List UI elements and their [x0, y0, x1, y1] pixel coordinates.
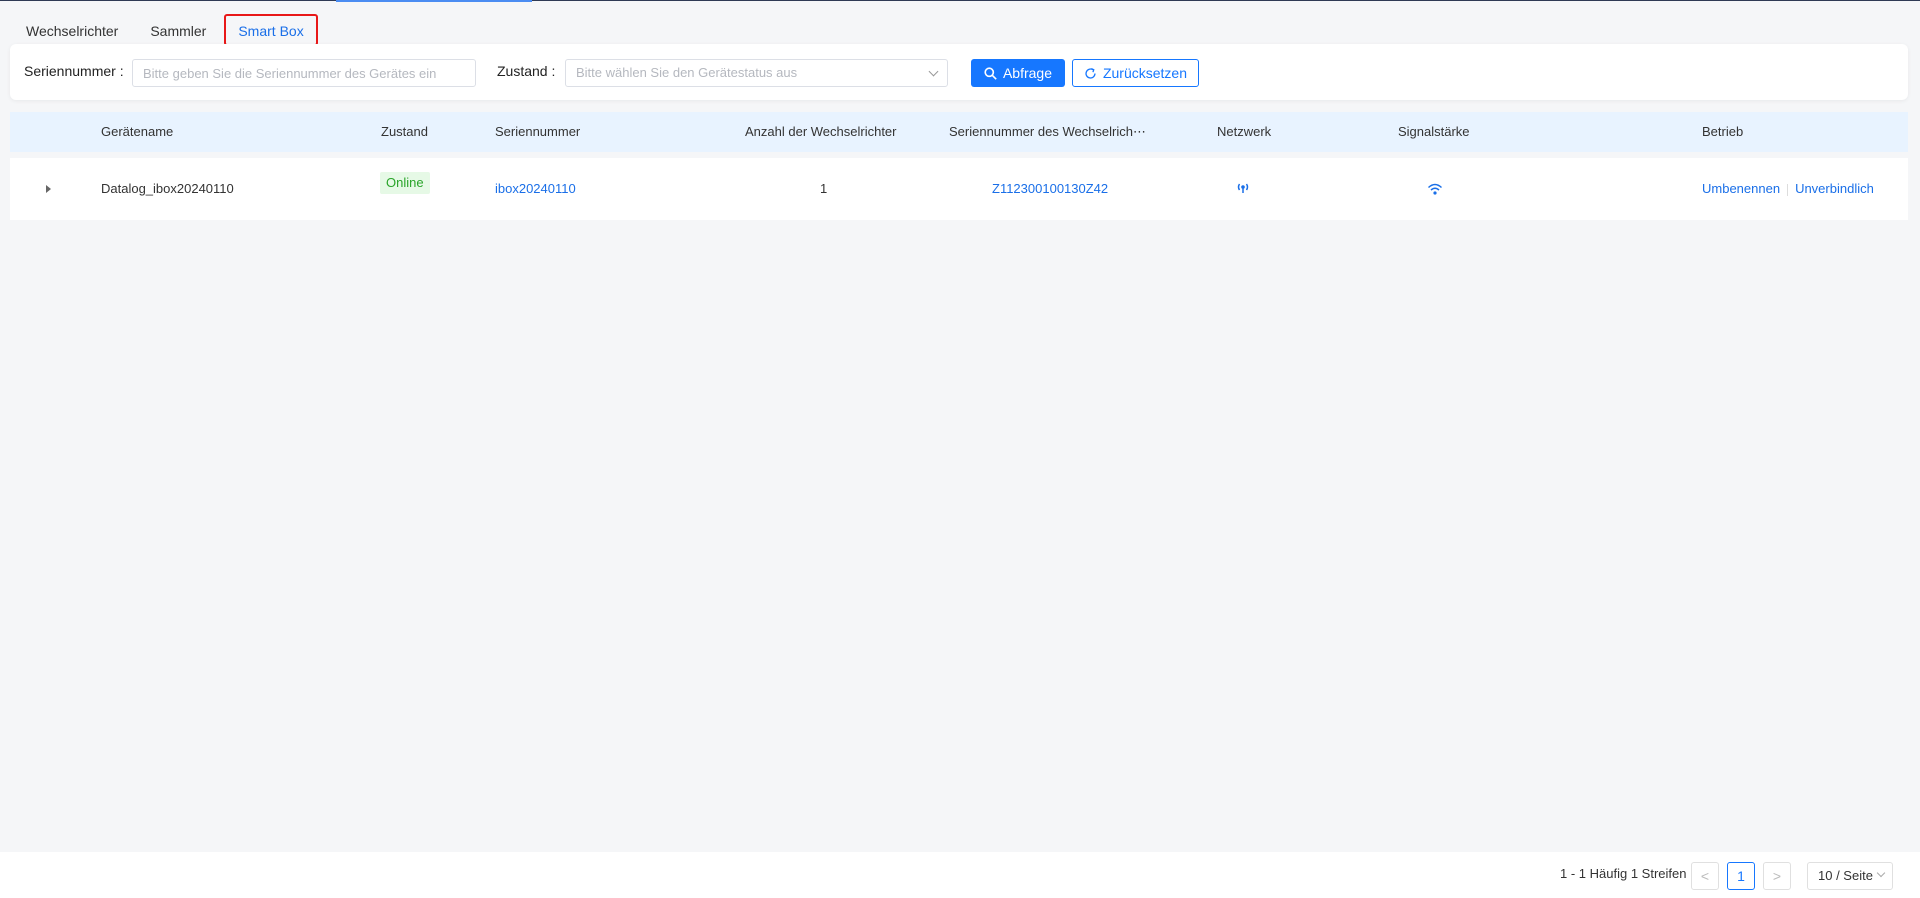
next-page-button[interactable]: > [1763, 862, 1791, 890]
page-size-label: 10 / Seite [1818, 868, 1873, 883]
device-name-cell: Datalog_ibox20240110 [101, 181, 234, 196]
page-size-select[interactable]: 10 / Seite [1807, 862, 1893, 890]
action-divider [1787, 183, 1789, 196]
table-header: Gerätename Zustand Seriennummer Anzahl d… [10, 112, 1908, 152]
chevron-down-icon [1876, 868, 1886, 878]
wifi-signal-icon [1427, 183, 1443, 195]
inverter-serial-link[interactable]: Z112300100130Z42 [992, 158, 1108, 220]
query-button-label: Abfrage [1002, 65, 1053, 81]
chevron-down-icon [928, 66, 939, 77]
rename-link[interactable]: Umbenennen [1702, 181, 1780, 196]
column-header-inverter-serial: Seriennummer des Wechselrich⋯ [949, 124, 1146, 139]
pagination-total: 1 - 1 Häufig 1 Streifen [1560, 866, 1687, 881]
tab-sammler[interactable]: Sammler [136, 14, 220, 46]
expand-row-icon[interactable] [46, 185, 51, 193]
prev-page-button[interactable]: < [1691, 862, 1719, 890]
column-header-signal: Signalstärke [1398, 124, 1470, 139]
status-select-placeholder: Bitte wählen Sie den Gerätestatus aus [576, 65, 798, 80]
reset-button-label: Zurücksetzen [1102, 65, 1188, 81]
status-label: Zustand : [497, 63, 556, 79]
serial-link[interactable]: ibox20240110 [495, 158, 576, 220]
column-header-inverter-count: Anzahl der Wechselrichter [745, 124, 897, 139]
top-divider [0, 0, 1920, 1]
column-header-device-name: Gerätename [101, 124, 174, 139]
inverter-count-cell: 1 [820, 181, 828, 196]
column-header-network: Netzwerk [1217, 124, 1272, 139]
search-icon [984, 66, 997, 80]
reset-button[interactable]: Zurücksetzen [1072, 59, 1199, 87]
tab-smart-box[interactable]: Smart Box [224, 14, 318, 46]
column-header-operation: Betrieb [1702, 124, 1744, 139]
pagination-bar: 1 - 1 Häufig 1 Streifen < 1 > 10 / Seite [0, 852, 1920, 898]
query-button[interactable]: Abfrage [971, 59, 1065, 87]
network-antenna-icon [1237, 183, 1249, 193]
unbind-link[interactable]: Unverbindlich [1795, 181, 1874, 196]
serial-number-input[interactable] [132, 59, 476, 87]
page-1-button[interactable]: 1 [1727, 862, 1755, 890]
tab-wechselrichter[interactable]: Wechselrichter [12, 14, 132, 46]
top-accent-bar [336, 0, 532, 2]
column-header-serial: Seriennummer [495, 124, 581, 139]
column-header-status: Zustand [381, 124, 428, 139]
serial-number-label: Seriennummer : [24, 63, 124, 79]
device-type-tabs: Wechselrichter Sammler Smart Box [12, 14, 322, 48]
status-badge: Online [380, 172, 430, 194]
refresh-icon [1085, 67, 1096, 79]
row-actions: Umbenennen Unverbindlich [1702, 158, 1874, 220]
table-row: Datalog_ibox20240110 Online ibox20240110… [10, 158, 1908, 220]
filter-panel: Seriennummer : Zustand : Bitte wählen Si… [10, 44, 1908, 100]
status-select[interactable]: Bitte wählen Sie den Gerätestatus aus [565, 59, 948, 87]
